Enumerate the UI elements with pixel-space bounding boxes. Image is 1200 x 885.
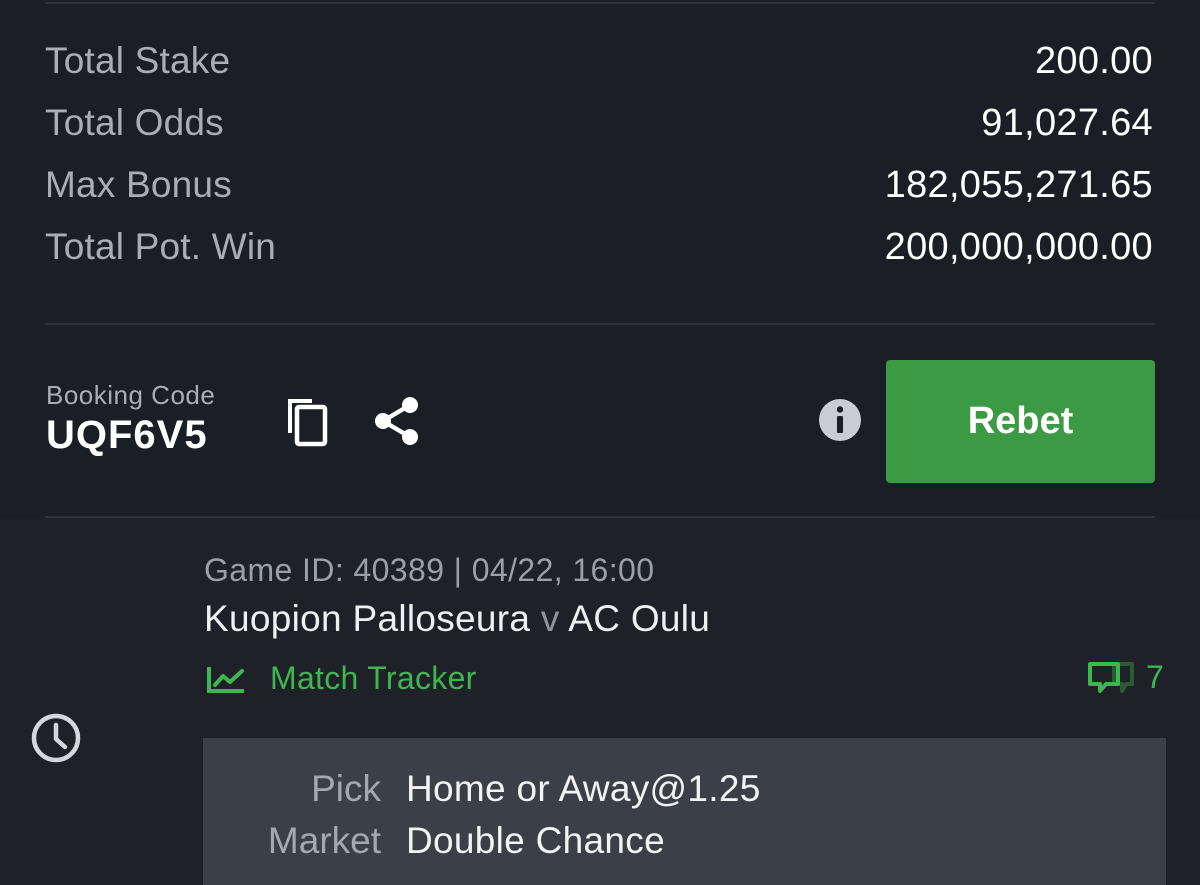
match-title: Kuopion Palloseura v AC Oulu	[204, 598, 710, 640]
market-key: Market	[267, 820, 381, 861]
mid-divider	[45, 323, 1155, 325]
market-value: Double Chance	[406, 820, 665, 861]
versus-label: v	[540, 598, 560, 639]
summary-value: 200.00	[1034, 39, 1153, 82]
game-meta: Game ID: 40389 | 04/22, 16:00	[204, 552, 655, 588]
match-tracker-icon	[207, 666, 244, 693]
summary-value: 91,027.64	[981, 101, 1153, 144]
away-team: AC Oulu	[568, 598, 711, 639]
comments-icon	[1088, 661, 1134, 693]
match-tracker-link[interactable]: Match Tracker	[206, 660, 477, 697]
bet-slip-page: Total Stake 200.00 Total Odds 91,027.64 …	[0, 0, 1200, 885]
match-tracker-label: Match Tracker	[270, 660, 477, 696]
bet-summary: Total Stake 200.00 Total Odds 91,027.64 …	[45, 30, 1153, 278]
summary-row-total-stake: Total Stake 200.00	[45, 30, 1153, 92]
summary-value: 182,055,271.65	[884, 163, 1153, 206]
top-divider	[45, 2, 1155, 4]
market-row: Market Double Chance	[203, 820, 665, 862]
summary-label: Total Odds	[45, 102, 224, 143]
pick-value: Home or Away@1.25	[406, 768, 761, 809]
pick-key: Pick	[311, 768, 381, 809]
booking-code-value: UQF6V5	[46, 413, 208, 457]
comments-count: 7	[1146, 659, 1164, 695]
home-team: Kuopion Palloseura	[204, 598, 531, 639]
summary-label: Total Stake	[45, 40, 231, 81]
clock-icon	[31, 713, 81, 763]
booking-code-block: Booking Code UQF6V5	[46, 380, 215, 458]
comments-link[interactable]: 7	[1086, 659, 1164, 696]
summary-row-total-odds: Total Odds 91,027.64	[45, 92, 1153, 154]
info-icon[interactable]	[818, 398, 862, 442]
copy-icon[interactable]	[280, 393, 332, 449]
summary-value: 200,000,000.00	[884, 225, 1153, 268]
booking-code-label: Booking Code	[46, 380, 216, 410]
share-icon[interactable]	[371, 393, 423, 449]
summary-row-total-pot-win: Total Pot. Win 200,000,000.00	[45, 216, 1153, 278]
pick-row: Pick Home or Away@1.25	[203, 768, 761, 810]
summary-row-max-bonus: Max Bonus 182,055,271.65	[45, 154, 1153, 216]
rebet-button[interactable]: Rebet	[886, 360, 1155, 483]
summary-label: Max Bonus	[45, 164, 232, 205]
summary-label: Total Pot. Win	[45, 226, 277, 267]
pick-details: Pick Home or Away@1.25 Market Double Cha…	[203, 738, 1166, 885]
